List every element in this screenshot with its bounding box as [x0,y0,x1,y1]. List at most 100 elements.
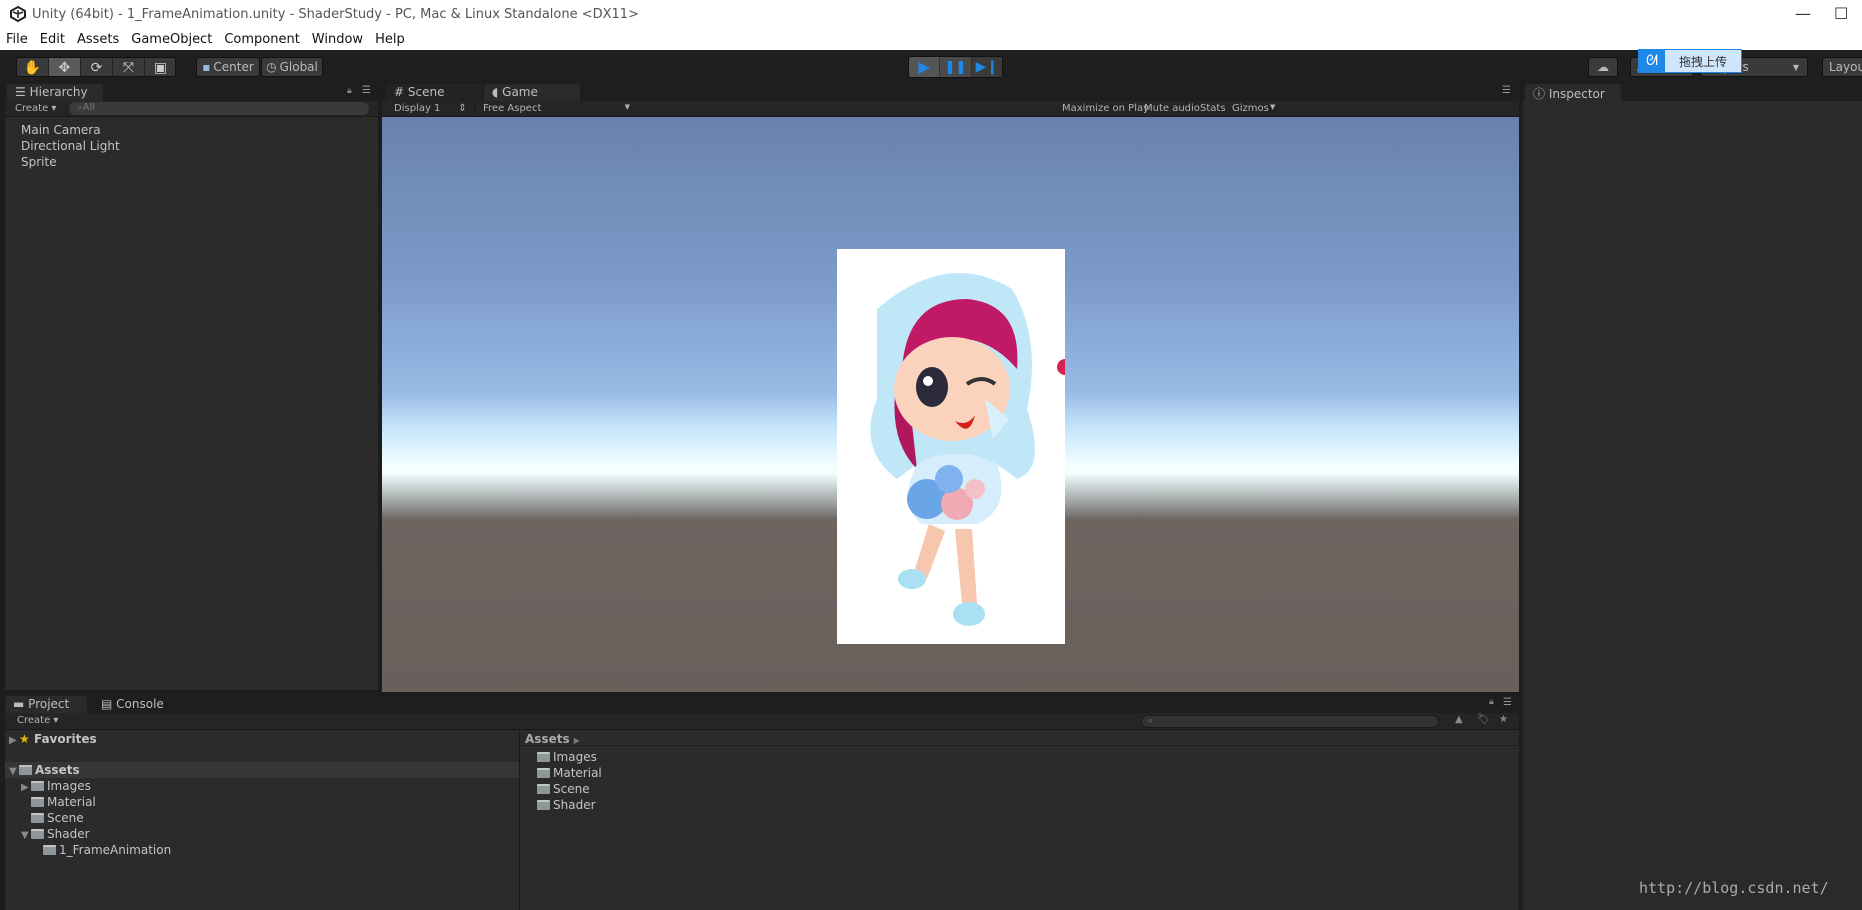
project-create-button[interactable]: Create ▾ [17,715,58,726]
lock-icon[interactable]: 🔒︎ [1489,697,1494,707]
tab-game[interactable]: ◖ Game [484,84,580,101]
folder-label: Material [553,766,602,780]
gizmos-toggle[interactable]: Gizmos [1232,103,1269,114]
filter-by-label-icon[interactable]: 🏷︎ [1477,714,1490,725]
game-render-viewport[interactable] [382,117,1519,692]
gizmos-chevron-icon[interactable]: ▼ [1270,103,1275,111]
menu-assets[interactable]: Assets [71,29,125,50]
menu-help[interactable]: Help [369,29,411,50]
list-folder-material[interactable]: Material [537,766,602,780]
folder-icon [537,752,550,762]
folder-icon [537,768,550,778]
maximize-button[interactable]: ☐ [1834,4,1848,23]
stats-toggle[interactable]: Stats [1200,103,1226,114]
play-icon: ▶ [918,58,930,76]
game-view-panel: # Scene ◖ Game ☰ Display 1 ⇕ Free Aspect ▼… [382,83,1519,692]
filter-by-type-icon[interactable]: ▲ [1455,714,1463,725]
step-button[interactable]: ▶❙ [971,57,1002,77]
favorites-star-icon[interactable]: ★ [1499,714,1508,725]
project-search-input[interactable]: ⌕ [1141,715,1439,728]
tree-folder-material[interactable]: Material [31,795,96,809]
layout-dropdown[interactable]: Layout [1822,57,1862,77]
triangle-down-icon: ▼ [9,766,17,777]
triangle-right-icon: ▶ [573,736,580,745]
folder-icon [537,784,550,794]
folder-label: Images [47,779,91,793]
scale-tool-icon[interactable]: ⤧ [113,58,145,76]
pivot-label: Center [213,60,254,74]
play-button[interactable]: ▶ [909,57,941,77]
tab-hierarchy[interactable]: ☰ Hierarchy [7,84,103,101]
upload-overlay[interactable]: ᘛ 拖拽上传 [1638,49,1742,73]
tab-console[interactable]: ▤ Console [93,696,183,713]
folder-icon: ▬ [13,697,25,711]
layout-label: Layout [1829,60,1862,74]
aspect-dropdown[interactable]: Free Aspect ▼ [474,103,634,114]
folder-label: Shader [553,798,596,812]
assets-breadcrumb[interactable]: Assets ▶ [525,732,580,746]
pivot-icon: ▪ [202,60,211,74]
menu-edit[interactable]: Edit [34,29,71,50]
favorites-node[interactable]: ▶ ★ Favorites [9,732,97,746]
folder-label: Scene [47,811,84,825]
folder-icon [31,781,44,791]
menu-bar: File Edit Assets GameObject Component Wi… [0,29,1862,50]
tree-folder-1-frameanimation[interactable]: 1_FrameAnimation [43,843,171,857]
tree-folder-images[interactable]: ▶ Images [21,779,91,793]
hierarchy-item-directional-light[interactable]: Directional Light [21,139,120,153]
tab-label: Scene [407,85,445,99]
hierarchy-item-sprite[interactable]: Sprite [21,155,57,169]
pivot-center-toggle[interactable]: ▪ Center [196,57,260,77]
folder-icon [537,800,550,810]
minimize-button[interactable]: — [1795,4,1811,23]
pause-button[interactable]: ❚❚ [940,57,972,77]
assets-label: Assets [35,763,80,777]
cloud-button[interactable]: ☁ [1588,57,1618,77]
mute-audio-toggle[interactable]: Mute audio [1144,103,1200,114]
lock-icon[interactable]: 🔒︎ [347,86,352,96]
menu-gameobject[interactable]: GameObject [125,29,218,50]
panel-menu-icon[interactable]: ☰ [362,85,371,96]
folder-label: Shader [47,827,90,841]
menu-window[interactable]: Window [306,29,369,50]
folder-label: 1_FrameAnimation [59,843,172,857]
maximize-on-play-toggle[interactable]: Maximize on Play [1062,103,1149,114]
tab-label: Hierarchy [29,85,88,99]
tree-folder-shader[interactable]: ▼ Shader [21,827,90,841]
display-dropdown[interactable]: Display 1 ⇕ [394,103,467,114]
title-bar: Unity (64bit) - 1_FrameAnimation.unity -… [0,0,1862,29]
hierarchy-create-button[interactable]: Create ▾ [15,103,56,114]
list-folder-shader[interactable]: Shader [537,798,596,812]
step-icon: ▶❙ [975,59,999,75]
cloud-icon: ☁ [1597,60,1609,74]
menu-component[interactable]: Component [218,29,305,50]
panel-menu-icon[interactable]: ☰ [1503,697,1512,708]
rect-tool-icon[interactable]: ▣ [145,58,175,76]
hierarchy-search-input[interactable]: ⌕All [69,102,369,115]
pacman-icon: ◖ [492,85,499,99]
tab-inspector[interactable]: ⓘ Inspector [1525,84,1621,101]
triangle-down-icon: ▼ [21,830,29,841]
tab-label: Game [502,85,538,99]
tab-label: Console [116,697,164,711]
hierarchy-item-main-camera[interactable]: Main Camera [21,123,101,137]
watermark: http://blog.csdn.net/ [1639,879,1829,897]
panel-menu-icon[interactable]: ☰ [1502,85,1511,96]
space-global-toggle[interactable]: ◷ Global [261,57,323,77]
menu-file[interactable]: File [0,29,34,50]
tab-scene[interactable]: # Scene [386,84,482,101]
search-placeholder: All [82,102,96,113]
rotate-tool-icon[interactable]: ⟳ [81,58,113,76]
tab-project[interactable]: ▬ Project [5,696,87,713]
list-folder-images[interactable]: Images [537,750,597,764]
assets-node[interactable]: ▼ Assets [9,763,80,777]
unity-logo-icon [10,6,26,22]
search-icon: ⌕ [1148,716,1154,726]
list-folder-scene[interactable]: Scene [537,782,590,796]
chevron-down-icon: ▼ [1792,62,1799,72]
folder-label: Material [47,795,96,809]
chevron-down-icon: ▼ [624,103,630,111]
hand-tool-icon[interactable]: ✋ [17,58,49,76]
move-tool-icon[interactable]: ✥ [49,58,81,76]
tree-folder-scene[interactable]: Scene [31,811,84,825]
